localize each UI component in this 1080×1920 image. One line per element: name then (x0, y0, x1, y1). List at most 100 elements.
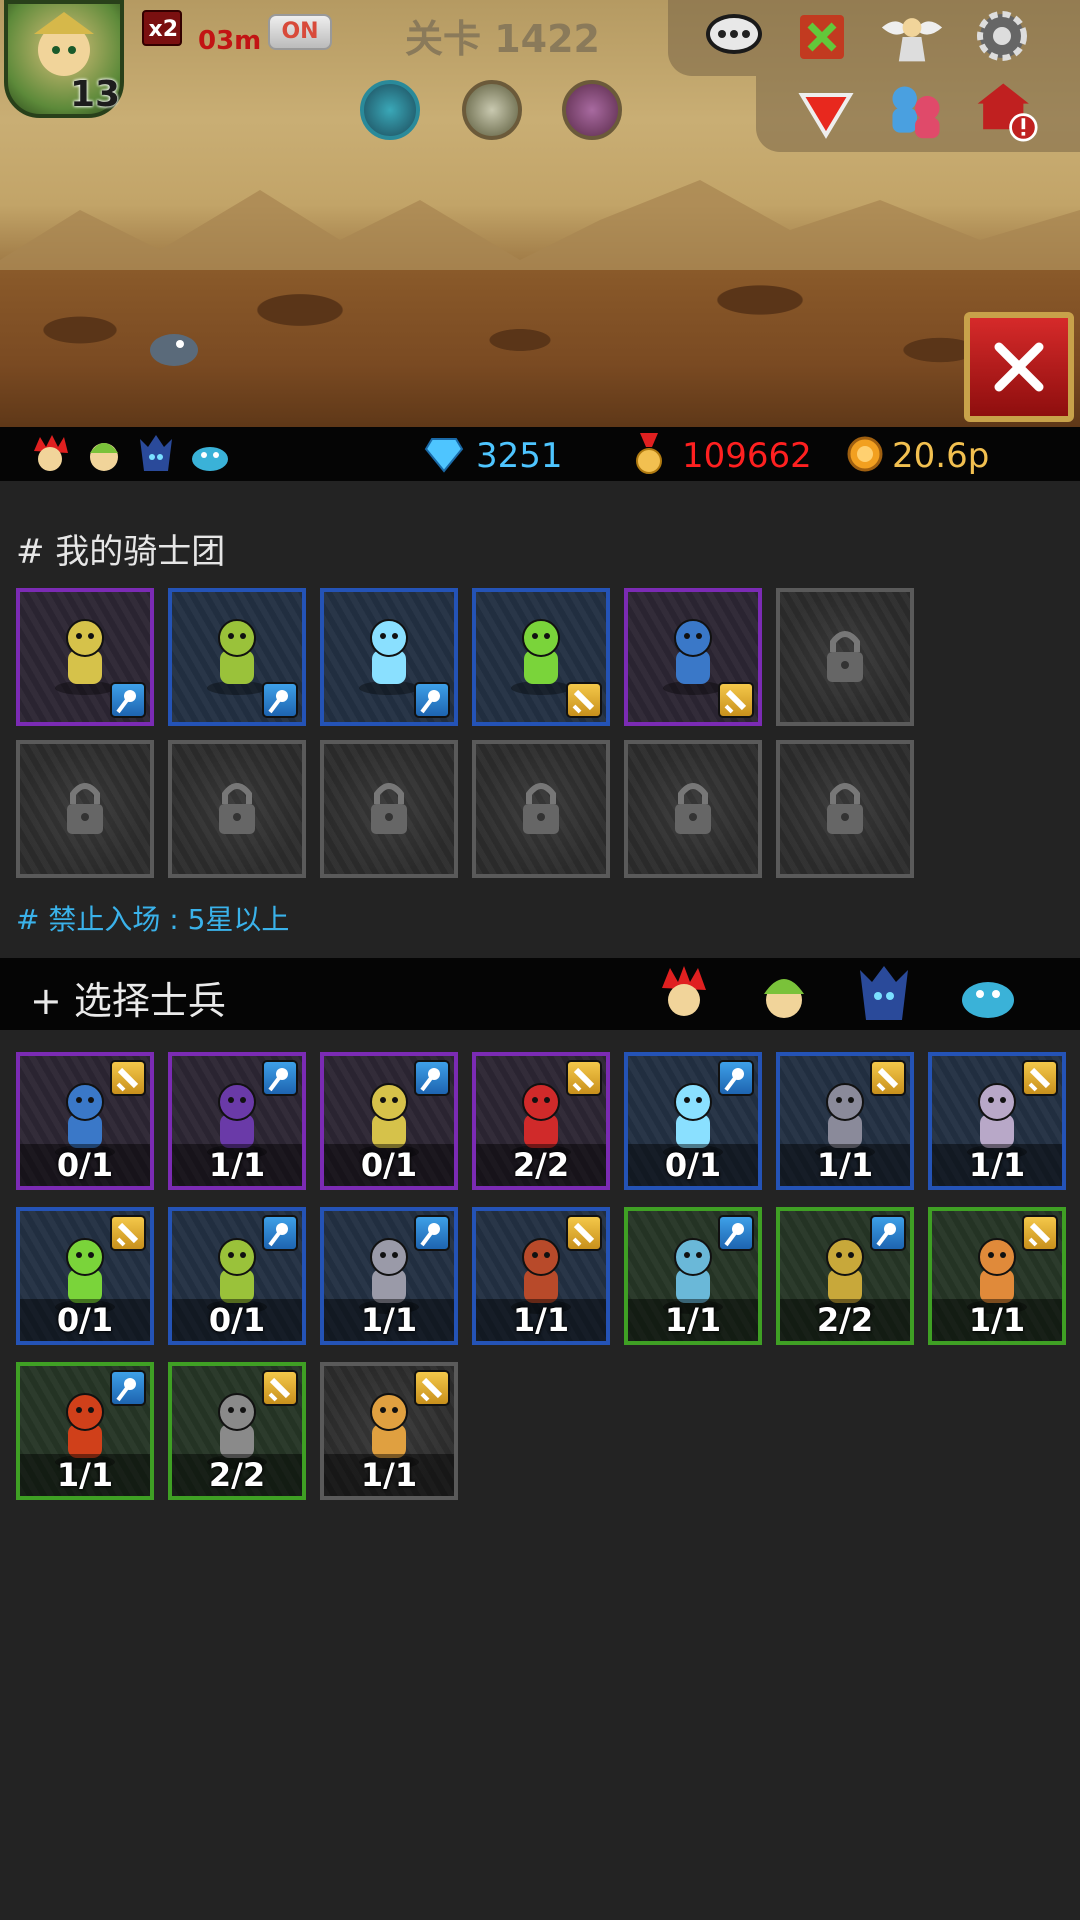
skill-orb-cyan-icon[interactable] (360, 80, 420, 140)
lock-icon (371, 783, 407, 834)
soldier-slot-flail-knight[interactable]: 1/1 (776, 1052, 914, 1190)
soldier-count: 0/1 (20, 1144, 150, 1186)
soldier-slot-bandit[interactable]: 1/1 (472, 1207, 610, 1345)
soldier-count: 1/1 (932, 1299, 1062, 1341)
melee-sword-icon (566, 1060, 602, 1096)
soldier-count: 2/2 (476, 1144, 606, 1186)
soldier-slot-skull-shaman[interactable]: 1/1 (624, 1207, 762, 1345)
soldier-count: 0/1 (324, 1144, 454, 1186)
magic-staff-icon (414, 1060, 450, 1096)
resource-bar: 3251 109662 20.6p (0, 427, 1080, 481)
locked-knight-slot[interactable] (320, 740, 458, 878)
lock-icon (827, 631, 863, 682)
soldier-slot-elf-archer[interactable]: 0/1 (320, 1052, 458, 1190)
angel-icon[interactable] (880, 6, 944, 66)
speed-boost-button[interactable]: x2 (142, 10, 182, 46)
magic-staff-icon (718, 1060, 754, 1096)
locked-knight-slot[interactable] (16, 740, 154, 878)
melee-sword-icon (1022, 1215, 1058, 1251)
melee-sword-icon (566, 1215, 602, 1251)
soldier-slot-skeleton-rogue[interactable]: 1/1 (928, 1052, 1066, 1190)
soldier-count: 2/2 (172, 1454, 302, 1496)
close-button[interactable] (964, 312, 1074, 422)
knight-slot-ice-dragon[interactable] (320, 588, 458, 726)
knight-slot-green-bird[interactable] (472, 588, 610, 726)
lock-icon (523, 783, 559, 834)
soldier-slot-grey-golem[interactable]: 2/2 (168, 1362, 306, 1500)
close-icon (994, 342, 1044, 392)
locked-knight-slot[interactable] (168, 740, 306, 878)
locked-knight-slot[interactable] (472, 740, 610, 878)
magic-staff-icon (870, 1215, 906, 1251)
dark-faction-filter-icon[interactable] (852, 962, 916, 1026)
soldier-count: 1/1 (324, 1299, 454, 1341)
soldier-count: 1/1 (932, 1144, 1062, 1186)
soldier-slot-orange-brawler[interactable]: 1/1 (928, 1207, 1066, 1345)
enemy-mole-sprite[interactable] (146, 322, 202, 368)
auto-toggle[interactable]: ON (268, 14, 332, 50)
soldier-slot-blue-ogre[interactable]: 0/1 (16, 1052, 154, 1190)
skill-orb-purple-icon[interactable] (562, 80, 622, 140)
soldier-count: 0/1 (628, 1144, 758, 1186)
locked-knight-slot[interactable] (776, 740, 914, 878)
dark-faction-icon[interactable] (134, 433, 178, 475)
house-alert-icon[interactable] (974, 80, 1038, 142)
melee-sword-icon (110, 1060, 146, 1096)
friends-icon[interactable] (884, 80, 948, 140)
lock-icon (67, 783, 103, 834)
select-soldier-bar: + 选择士兵 (0, 958, 1080, 1030)
knight-slot-elf-archer[interactable] (16, 588, 154, 726)
medal-count: 109662 (682, 436, 812, 476)
soldier-slot-goblin-scout[interactable]: 2/2 (776, 1207, 914, 1345)
magic-staff-icon (110, 682, 146, 718)
diamond-count: 3251 (476, 436, 563, 476)
locked-knight-slot[interactable] (624, 740, 762, 878)
green-faction-icon[interactable] (82, 433, 126, 475)
hero-level: 13 (70, 74, 121, 115)
battle-flag-icon[interactable] (790, 6, 854, 66)
soldier-slot-monkey-fighter[interactable]: 1/1 (320, 1362, 458, 1500)
melee-sword-icon (1022, 1060, 1058, 1096)
gold-coin-icon (847, 436, 883, 472)
soldier-slot-ice-dragon[interactable]: 0/1 (624, 1052, 762, 1190)
magic-staff-icon (262, 682, 298, 718)
restriction-note: # 禁止入场 : 5星以上 (16, 903, 290, 936)
soldier-count: 1/1 (780, 1144, 910, 1186)
chat-icon[interactable] (702, 6, 766, 66)
knights-section-title: # 我的骑士团 (16, 532, 226, 572)
soldier-slot-hooded-mage[interactable]: 1/1 (168, 1052, 306, 1190)
locked-knight-slot[interactable] (776, 588, 914, 726)
medal-icon (636, 433, 662, 474)
magic-staff-icon (414, 682, 450, 718)
soldier-slot-armored-warrior[interactable]: 1/1 (320, 1207, 458, 1345)
knight-slot-goblin-archer[interactable] (168, 588, 306, 726)
melee-sword-icon (870, 1060, 906, 1096)
game-scene: 13 x2 03m ON 关卡 1422 (0, 0, 1080, 427)
select-soldier-title[interactable]: + 选择士兵 (30, 970, 226, 1025)
blue-faction-icon[interactable] (188, 433, 232, 475)
soldier-slot-red-knight[interactable]: 2/2 (472, 1052, 610, 1190)
lock-icon (219, 783, 255, 834)
soldier-count: 1/1 (476, 1299, 606, 1341)
soldier-count: 0/1 (172, 1299, 302, 1341)
dropdown-arrow-icon[interactable] (794, 84, 858, 144)
settings-gear-icon[interactable] (970, 6, 1034, 66)
blue-faction-filter-icon[interactable] (956, 962, 1020, 1026)
gold-count: 20.6p (892, 436, 990, 476)
soldier-count: 0/1 (20, 1299, 150, 1341)
speed-multiplier: x2 (148, 17, 179, 42)
soldier-slot-red-phoenix[interactable]: 1/1 (16, 1362, 154, 1500)
red-faction-filter-icon[interactable] (652, 962, 716, 1026)
red-faction-icon[interactable] (28, 433, 72, 475)
melee-sword-icon (566, 682, 602, 718)
stage-title: 关卡 1422 (405, 17, 600, 61)
lock-icon (675, 783, 711, 834)
magic-staff-icon (262, 1215, 298, 1251)
knight-slot-blue-ogre[interactable] (624, 588, 762, 726)
melee-sword-icon (110, 1215, 146, 1251)
soldier-slot-goblin-archer[interactable]: 0/1 (168, 1207, 306, 1345)
skill-orb-wind-icon[interactable] (462, 80, 522, 140)
green-faction-filter-icon[interactable] (752, 962, 816, 1026)
melee-sword-icon (262, 1370, 298, 1406)
soldier-slot-green-bird[interactable]: 0/1 (16, 1207, 154, 1345)
